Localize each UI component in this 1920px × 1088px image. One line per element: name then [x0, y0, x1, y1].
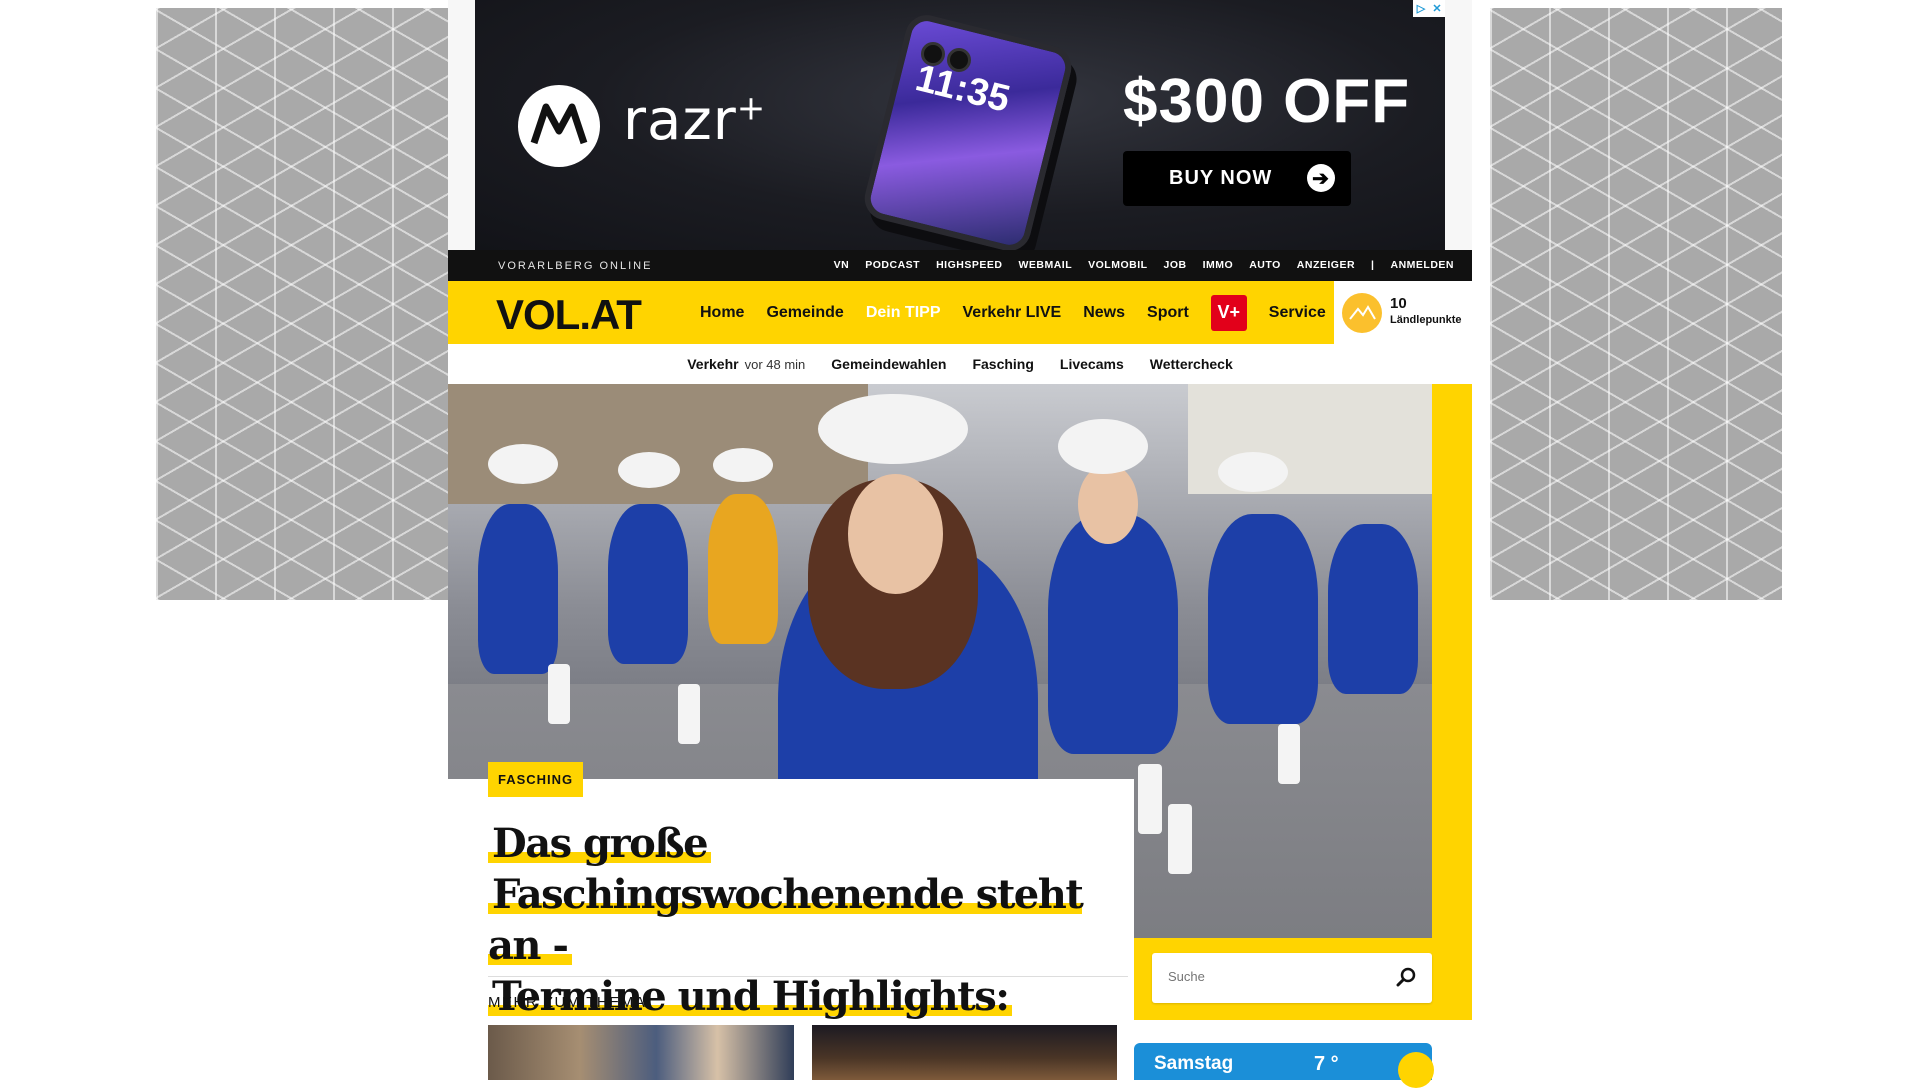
nav-gemeinde[interactable]: Gemeinde	[766, 304, 843, 322]
top-link-vn[interactable]: VN	[834, 259, 850, 271]
top-link-auto[interactable]: AUTO	[1249, 259, 1281, 271]
top-bar-brand: VORARLBERG ONLINE	[498, 260, 653, 272]
ad-choices[interactable]: ▷ ✕	[1413, 0, 1445, 17]
top-link-immo[interactable]: IMMO	[1203, 259, 1234, 271]
ad-offer-text: $300 OFF	[1123, 67, 1411, 136]
nav-news[interactable]: News	[1083, 304, 1125, 322]
laendlepunkte-widget[interactable]: 10 Ländlepunkte	[1330, 281, 1472, 344]
nav-vplus-button[interactable]: V+	[1210, 294, 1247, 331]
subnav-gemeindewahlen[interactable]: Gemeindewahlen	[831, 356, 946, 372]
top-bar-links: VN PODCAST HIGHSPEED WEBMAIL VOLMOBIL JO…	[834, 259, 1454, 271]
search-icon[interactable]	[1394, 965, 1418, 989]
related-article-thumbnail[interactable]	[812, 1025, 1117, 1080]
main-nav-links: Home Gemeinde Dein TIPP Verkehr LIVE New…	[700, 281, 1326, 344]
related-article-thumbnail[interactable]	[488, 1025, 794, 1080]
nav-verkehr-live[interactable]: Verkehr LIVE	[963, 304, 1062, 322]
ad-container: ▷ ✕ razr+ 11:35 $300 OFF BUY NOW ➔	[448, 0, 1472, 250]
points-value: 10	[1390, 295, 1407, 312]
ad-banner[interactable]: ▷ ✕ razr+ 11:35 $300 OFF BUY NOW ➔	[475, 0, 1445, 250]
ad-close-icon[interactable]: ✕	[1429, 0, 1445, 17]
top-link-anzeiger[interactable]: ANZEIGER	[1297, 259, 1355, 271]
article-category-tag[interactable]: FASCHING	[488, 762, 584, 797]
ad-product-name: razr+	[623, 88, 767, 153]
mountain-icon	[1342, 293, 1382, 333]
nav-home[interactable]: Home	[700, 304, 744, 322]
nav-dein-tipp[interactable]: Dein TIPP	[866, 304, 941, 322]
ad-info-icon[interactable]: ▷	[1413, 0, 1429, 17]
subnav-wettercheck[interactable]: Wettercheck	[1150, 356, 1233, 372]
arrow-right-icon: ➔	[1307, 164, 1335, 192]
sub-navigation: Verkehr vor 48 min Gemeindewahlen Faschin…	[448, 344, 1472, 384]
site-logo[interactable]: VOL.AT	[496, 291, 642, 339]
ad-buy-now-button[interactable]: BUY NOW ➔	[1123, 151, 1351, 206]
background-pattern-right	[1490, 8, 1782, 600]
nav-service[interactable]: Service	[1269, 304, 1326, 322]
top-link-podcast[interactable]: PODCAST	[865, 259, 920, 271]
top-bar-separator: |	[1371, 259, 1375, 271]
subnav-verkehr-time: vor 48 min	[744, 357, 806, 372]
background-pattern-left	[156, 8, 448, 600]
top-link-job[interactable]: JOB	[1164, 259, 1187, 271]
subnav-verkehr[interactable]: Verkehr vor 48 min	[687, 356, 805, 372]
weather-widget[interactable]: Samstag 7 °	[1134, 1043, 1432, 1080]
login-link[interactable]: ANMELDEN	[1391, 259, 1455, 271]
search-input[interactable]	[1168, 969, 1388, 984]
headline-line-1: Das große	[488, 820, 712, 867]
search-box	[1152, 953, 1432, 1003]
ad-phone-image: 11:35	[860, 10, 1076, 250]
related-topics-label: MEHR ZUM THEMA:	[488, 994, 652, 1011]
headline-line-2: Faschingswochenende steht an -	[488, 871, 1084, 969]
top-link-webmail[interactable]: WEBMAIL	[1018, 259, 1072, 271]
top-link-highspeed[interactable]: HIGHSPEED	[936, 259, 1002, 271]
top-link-volmobil[interactable]: VOLMOBIL	[1088, 259, 1147, 271]
weather-temperature: 7 °	[1314, 1053, 1339, 1075]
weather-day: Samstag	[1154, 1053, 1234, 1074]
points-label: Ländlepunkte	[1390, 314, 1462, 326]
subnav-livecams[interactable]: Livecams	[1060, 356, 1124, 372]
page: ▷ ✕ razr+ 11:35 $300 OFF BUY NOW ➔ VORAR…	[448, 0, 1472, 1088]
ad-buy-now-label: BUY NOW	[1169, 167, 1273, 189]
top-bar: VORARLBERG ONLINE VN PODCAST HIGHSPEED W…	[448, 250, 1472, 281]
headline-divider	[488, 976, 1128, 977]
sun-icon	[1398, 1052, 1434, 1088]
subnav-fasching[interactable]: Fasching	[972, 356, 1033, 372]
nav-sport[interactable]: Sport	[1147, 304, 1189, 322]
main-navigation: VOL.AT Home Gemeinde Dein TIPP Verkehr L…	[448, 281, 1472, 344]
article-headline[interactable]: Das große Faschingswochenende steht an -…	[488, 818, 1128, 1022]
motorola-logo-icon	[518, 85, 600, 167]
